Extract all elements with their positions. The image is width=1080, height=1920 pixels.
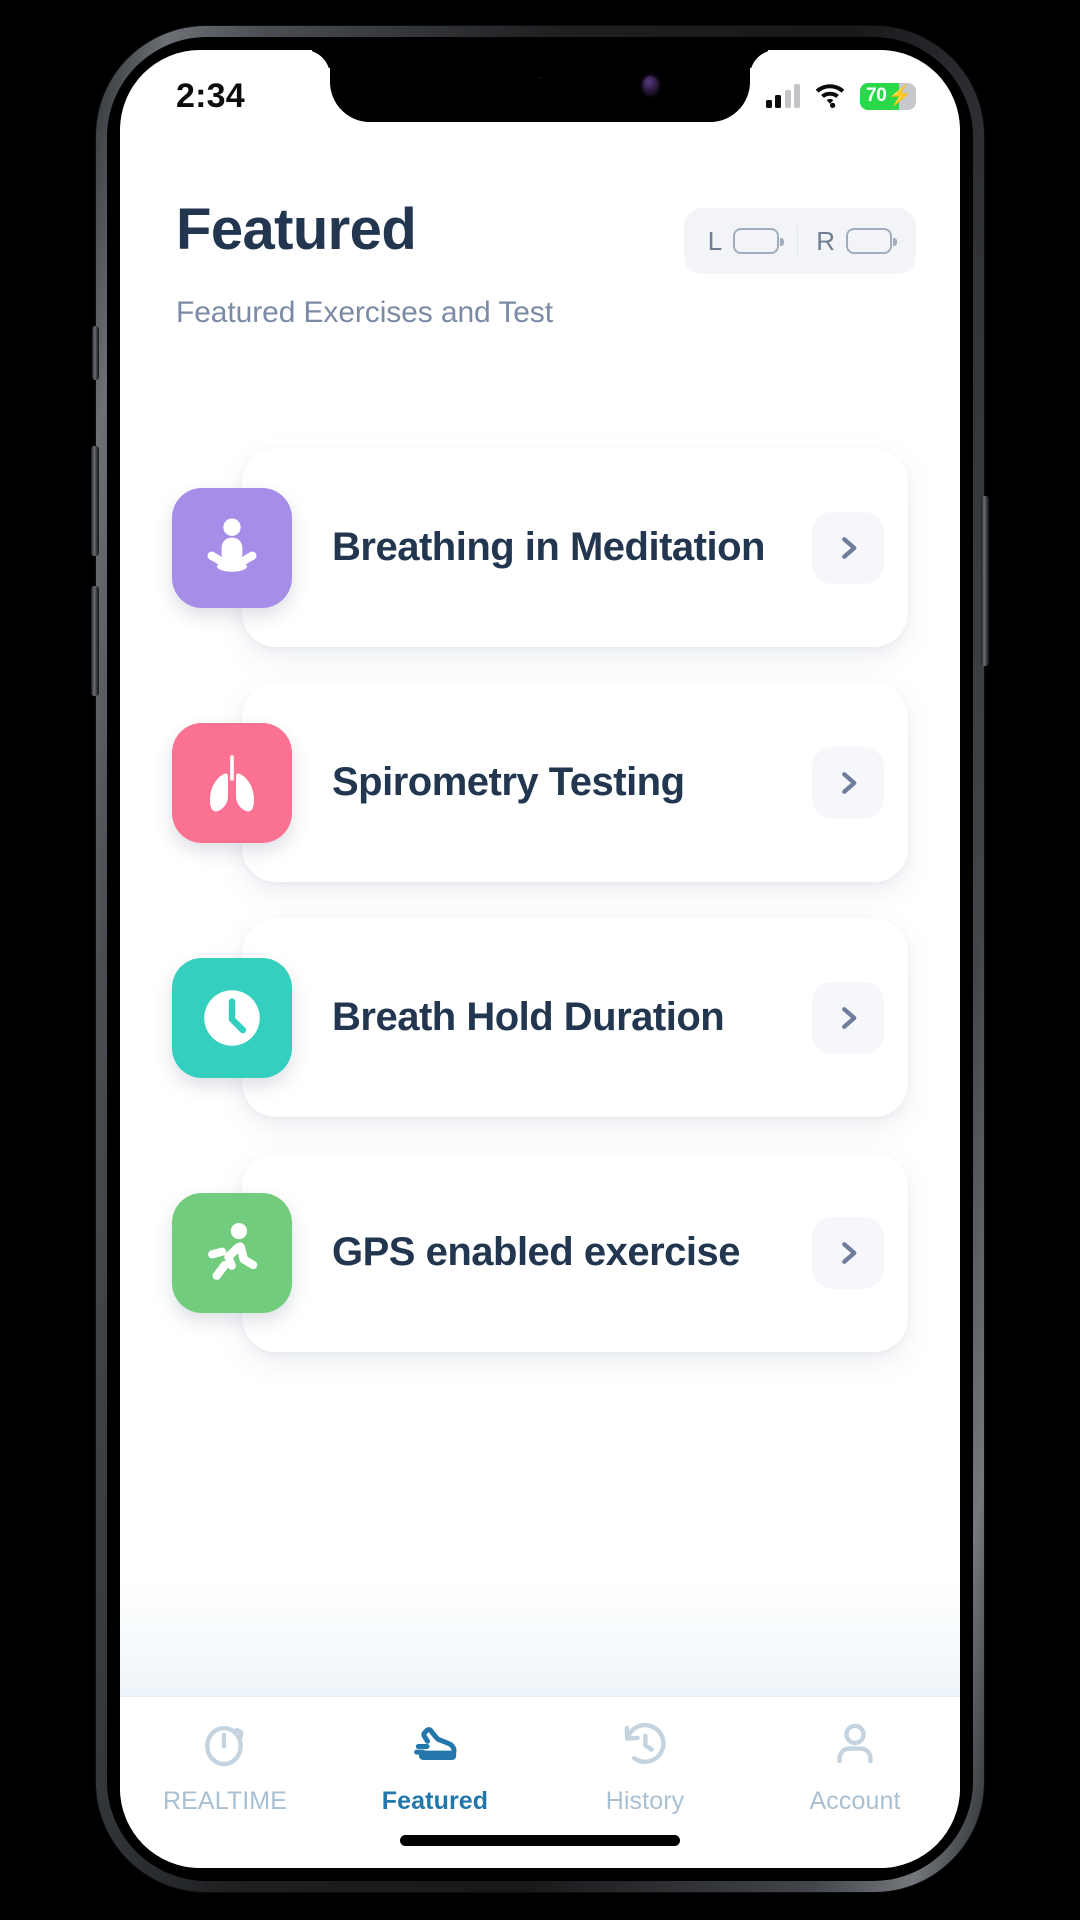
card-title: Breath Hold Duration [332, 995, 725, 1039]
tab-account[interactable]: Account [750, 1719, 960, 1816]
shoe-icon [410, 1719, 460, 1774]
card-title: Spirometry Testing [332, 760, 685, 804]
chevron-right-icon[interactable] [812, 981, 884, 1054]
status-icons: 70 ⚡ [765, 82, 916, 110]
volume-up-button[interactable] [91, 446, 99, 556]
tab-realtime[interactable]: REALTIME [120, 1719, 330, 1816]
silent-switch-button[interactable] [92, 326, 99, 380]
list-item[interactable]: GPS enabled exercise [172, 1135, 920, 1370]
chevron-right-icon[interactable] [812, 1216, 884, 1289]
device-battery-widget[interactable]: L R [683, 208, 916, 274]
header-row: Featured L R [176, 197, 916, 274]
clock-glyph [204, 989, 260, 1046]
battery-level-text: 70 [866, 85, 887, 106]
page-title: Featured [176, 197, 417, 262]
chevron-right-icon[interactable] [812, 746, 884, 819]
lungs-glyph [210, 754, 254, 811]
clock-icon [172, 957, 292, 1078]
battery-outline-icon [846, 228, 897, 254]
clock-rewind-icon [620, 1719, 670, 1774]
tab-featured[interactable]: Featured [330, 1719, 540, 1816]
battery-outline-icon [733, 228, 785, 254]
volume-down-button[interactable] [91, 586, 99, 696]
meditation-glyph [207, 518, 257, 572]
featured-list: Breathing in Meditation Spirometry Testi… [120, 430, 960, 1370]
tab-label: Featured [381, 1787, 489, 1815]
meditation-icon [172, 487, 292, 608]
card-title: GPS enabled exercise [332, 1230, 741, 1274]
list-item[interactable]: Breath Hold Duration [172, 900, 920, 1135]
list-item[interactable]: Breathing in Meditation [172, 430, 920, 665]
phone-frame: 2:34 70 ⚡ Featured L R Featured Exercise… [91, 26, 989, 1892]
list-item[interactable]: Spirometry Testing [172, 665, 920, 900]
chevron-right-icon[interactable] [812, 511, 884, 584]
status-time: 2:34 [176, 76, 245, 115]
notch [330, 50, 750, 122]
right-device-label: R [816, 225, 835, 256]
header-text-group: Featured [176, 197, 417, 262]
page-subtitle: Featured Exercises and Test [176, 296, 553, 329]
tab-label: History [605, 1787, 685, 1815]
wifi-icon [815, 83, 845, 108]
home-indicator[interactable] [400, 1835, 680, 1846]
running-person-glyph [208, 1222, 258, 1280]
left-device-battery[interactable]: L [690, 226, 797, 257]
phone-screen: 2:34 70 ⚡ Featured L R Featured Exercise… [120, 50, 960, 1868]
person-icon [830, 1719, 880, 1774]
left-device-label: L [707, 225, 723, 256]
stopwatch-icon [200, 1719, 250, 1774]
running-person-icon [172, 1192, 292, 1313]
lungs-icon [172, 722, 292, 843]
page-header: Featured L R Featured Exercises and Test [120, 197, 960, 330]
earpiece-speaker [539, 77, 541, 79]
tab-label: Account [809, 1787, 901, 1815]
tab-label: REALTIME [163, 1787, 287, 1815]
scroll-fade-overlay [120, 1576, 960, 1696]
front-camera-icon [643, 76, 658, 94]
power-button[interactable] [981, 496, 989, 666]
right-device-battery[interactable]: R [797, 225, 910, 257]
cellular-signal-icon [765, 84, 800, 108]
card-title: Breathing in Meditation [332, 525, 765, 569]
tab-history[interactable]: History [540, 1719, 750, 1816]
battery-icon: 70 ⚡ [860, 82, 916, 110]
bolt-icon: ⚡ [887, 85, 913, 107]
